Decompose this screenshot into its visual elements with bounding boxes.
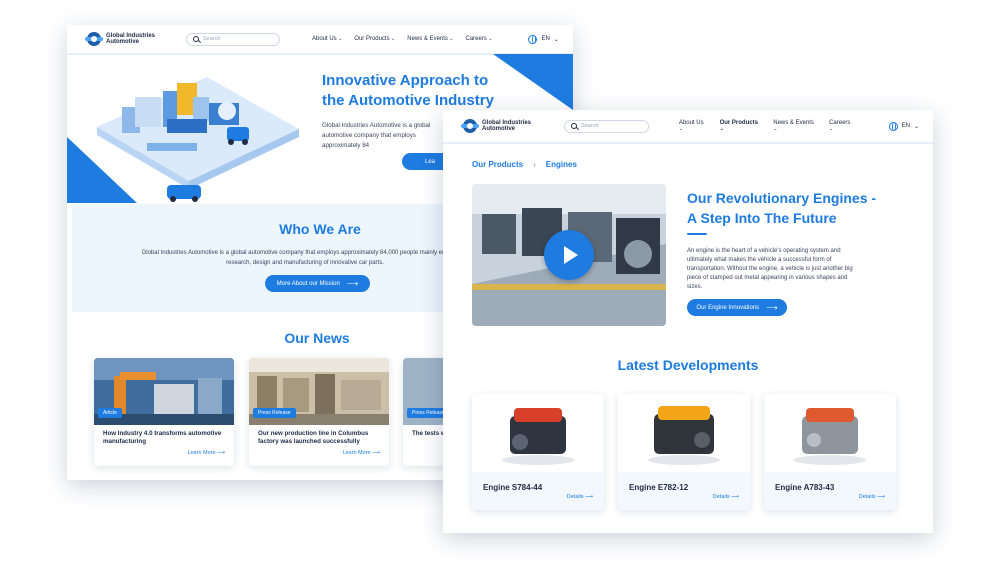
mockup-stage: Global Industries Automotive Search Abou… — [0, 0, 1000, 563]
language-label: EN — [541, 36, 550, 42]
hero-title-line-1: Innovative Approach to — [322, 72, 489, 89]
news-tag: Article — [98, 408, 122, 418]
menu-item-careers[interactable]: Careers — [829, 120, 855, 132]
engines-body-text: An engine is the heart of a vehicle's op… — [687, 248, 853, 290]
breadcrumb-products[interactable]: Our Products — [472, 160, 523, 169]
main-menu: About Us Our Products News & Events Care… — [679, 120, 855, 132]
details-link[interactable]: Details ⟶ — [859, 494, 885, 500]
engines-headline: Our Revolutionary Engines - A Step Into … — [687, 188, 897, 228]
search-icon — [193, 36, 199, 42]
arrow-right-icon: ⟶ — [346, 279, 359, 288]
search-placeholder: Search — [203, 36, 221, 42]
logo-text: Global Industries Automotive — [106, 32, 156, 46]
menu-item-products[interactable]: Our Products — [354, 36, 395, 42]
latest-developments-title: Latest Developments — [617, 357, 759, 373]
language-label: EN — [901, 123, 910, 129]
logo-icon — [461, 119, 479, 133]
details-label: Details — [712, 494, 730, 500]
engine-video[interactable] — [472, 184, 666, 326]
engines-page-panel: Global Industries Automotive Search Abou… — [443, 110, 933, 533]
learn-more-link[interactable]: Learn More ⟶ — [342, 450, 380, 456]
top-nav: Global Industries Automotive Search Abou… — [443, 110, 933, 144]
product-name: Engine S784-44 — [483, 483, 543, 492]
menu-item-about[interactable]: About Us — [679, 120, 708, 132]
product-name: Engine E782-12 — [629, 483, 689, 492]
logo-text: Global Industries Automotive — [482, 119, 532, 133]
product-card[interactable]: Engine E782-12 Details ⟶ — [618, 394, 750, 510]
news-card[interactable]: Press Release Our new production line in… — [249, 358, 389, 466]
news-tag: Press Release — [253, 408, 296, 418]
arrow-right-icon: ⟶ — [766, 303, 778, 312]
headline-underline — [687, 233, 707, 235]
mission-button-label: More About our Mission — [276, 280, 340, 287]
menu-item-products[interactable]: Our Products — [720, 120, 762, 132]
top-nav: Global Industries Automotive Search Abou… — [67, 25, 573, 55]
main-menu: About Us Our Products News & Events Care… — [312, 36, 492, 42]
globe-icon — [528, 34, 538, 44]
search-placeholder: Search — [581, 123, 599, 129]
details-link[interactable]: Details ⟶ — [567, 494, 593, 500]
chevron-down-icon: ⌄ — [553, 36, 559, 43]
menu-item-news[interactable]: News & Events — [407, 36, 453, 42]
engine-innovations-button[interactable]: Our Engine Innovations ⟶ — [687, 299, 787, 316]
product-card[interactable]: Engine S784-44 Details ⟶ — [472, 394, 604, 510]
hero-title: Innovative Approach to the Automotive In… — [322, 71, 494, 111]
hero-title-line-2: the Automotive Industry — [322, 92, 494, 109]
hero-text: Global Industries Automotive is a global… — [322, 122, 431, 149]
hero-button-label: Lea — [424, 158, 435, 165]
news-headline: Our new production line in Columbus fact… — [258, 430, 369, 445]
engine-image — [472, 394, 604, 472]
details-label: Details — [566, 494, 584, 500]
search-input[interactable]: Search — [564, 119, 649, 133]
product-name: Engine A783-43 — [775, 483, 835, 492]
play-icon[interactable] — [544, 230, 594, 280]
chevron-down-icon: ⌄ — [913, 123, 919, 130]
language-selector[interactable]: EN ⌄ — [528, 34, 559, 44]
mission-button[interactable]: More About our Mission ⟶ — [265, 275, 370, 292]
engines-headline-line-2: A Step Into The Future — [687, 210, 837, 226]
breadcrumb-engines[interactable]: Engines — [546, 160, 577, 169]
logo-icon — [85, 32, 103, 46]
language-selector[interactable]: EN ⌄ — [888, 121, 919, 131]
logo[interactable]: Global Industries Automotive — [85, 32, 166, 46]
engine-image — [618, 394, 750, 472]
breadcrumb-separator: › — [533, 160, 536, 169]
engine-innovations-label: Our Engine Innovations — [696, 304, 760, 311]
globe-icon — [888, 121, 898, 131]
corner-decoration — [493, 54, 573, 110]
product-card[interactable]: Engine A783-43 Details ⟶ — [764, 394, 896, 510]
learn-more-label: Learn More — [342, 450, 371, 456]
engine-image — [764, 394, 896, 472]
search-icon — [571, 123, 577, 129]
breadcrumb: Our Products › Engines — [472, 160, 577, 169]
news-headline: How Industry 4.0 transforms automotive m… — [103, 430, 222, 445]
details-label: Details — [858, 494, 876, 500]
news-card[interactable]: Article How Industry 4.0 transforms auto… — [94, 358, 234, 466]
menu-item-about[interactable]: About Us — [312, 36, 342, 42]
search-input[interactable]: Search — [186, 32, 280, 46]
engines-headline-line-1: Our Revolutionary Engines - — [687, 190, 877, 206]
menu-item-news[interactable]: News & Events — [773, 120, 817, 132]
learn-more-link[interactable]: Learn More ⟶ — [187, 450, 225, 456]
menu-item-careers[interactable]: Careers — [466, 36, 493, 42]
logo[interactable]: Global Industries Automotive — [461, 119, 542, 133]
factory-illustration — [67, 77, 299, 203]
who-text: Global Industries Automotive is a global… — [141, 250, 469, 266]
learn-more-label: Learn More — [187, 450, 216, 456]
details-link[interactable]: Details ⟶ — [713, 494, 739, 500]
